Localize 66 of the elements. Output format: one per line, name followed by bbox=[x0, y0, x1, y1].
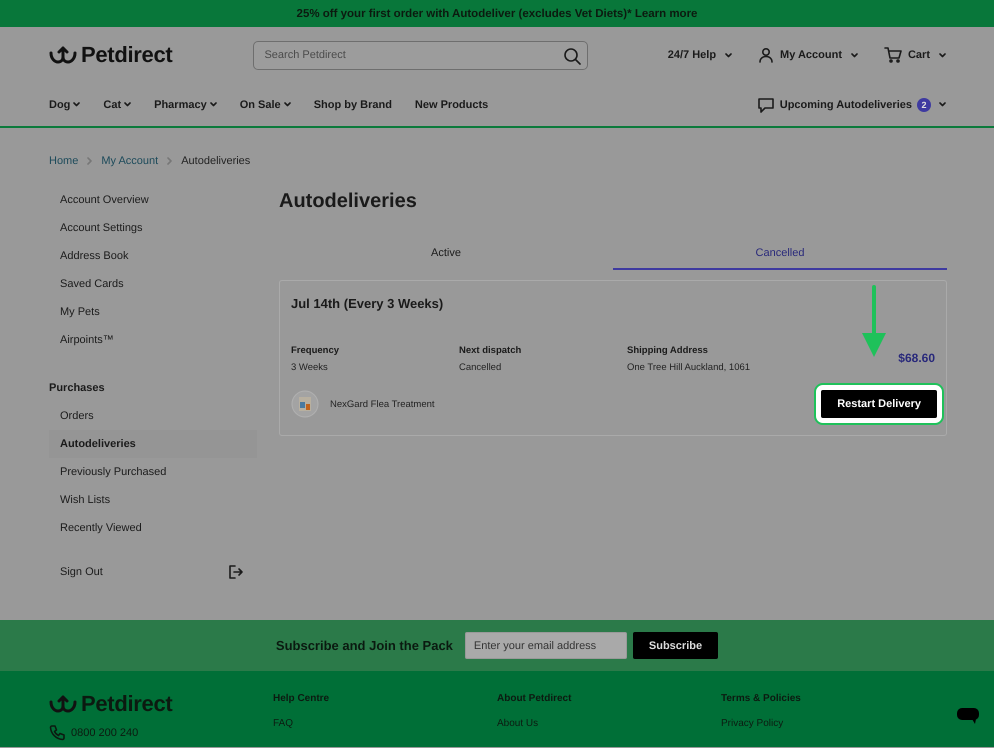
sidebar-item[interactable]: Account Settings bbox=[49, 214, 257, 242]
subscribe-button[interactable]: Subscribe bbox=[632, 632, 718, 659]
field-label: Next dispatch bbox=[459, 345, 522, 356]
breadcrumb-current: Autodeliveries bbox=[181, 155, 250, 167]
sidebar-item[interactable]: Address Book bbox=[49, 242, 257, 270]
learn-more-link[interactable]: Learn more bbox=[634, 8, 698, 20]
sidebar-item[interactable]: Account Overview bbox=[49, 186, 257, 214]
sidebar-item[interactable]: Autodeliveries bbox=[49, 430, 257, 458]
chat-button[interactable] bbox=[956, 707, 980, 725]
header-link[interactable]: My Account bbox=[758, 47, 858, 63]
sign-out-label: Sign Out bbox=[60, 566, 103, 578]
subscribe-heading: Subscribe and Join the Pack bbox=[276, 638, 453, 653]
chat-bubble-icon bbox=[756, 96, 775, 114]
tab[interactable]: Cancelled bbox=[613, 238, 947, 270]
chevron-icon bbox=[167, 157, 172, 165]
cart-icon bbox=[884, 47, 902, 63]
header-link[interactable]: 24/7 Help bbox=[668, 49, 732, 61]
field-label: Frequency bbox=[291, 345, 340, 356]
tab[interactable]: Active bbox=[279, 238, 613, 270]
restart-delivery-button[interactable]: Restart Delivery bbox=[821, 390, 937, 418]
search-icon bbox=[563, 46, 582, 64]
promo-text: 25% off your first order with Autodeliver (excludes Vet Diets)* Learn more bbox=[296, 8, 698, 20]
sidebar-item[interactable]: Airpoints™ bbox=[49, 326, 257, 354]
footer-heading: About Petdirect bbox=[497, 693, 572, 704]
nav-link[interactable]: Pharmacy bbox=[154, 98, 217, 110]
breadcrumb-link[interactable]: Home bbox=[49, 155, 78, 167]
arrow-icon bbox=[860, 285, 888, 359]
caret-icon bbox=[725, 52, 732, 58]
chat-icon bbox=[956, 707, 980, 725]
sidebar-item[interactable]: Previously Purchased bbox=[49, 458, 257, 486]
nav-link[interactable]: On Sale bbox=[240, 98, 291, 110]
caret-icon bbox=[939, 102, 946, 107]
delivery-title: Jul 14th (Every 3 Weeks) bbox=[291, 296, 444, 311]
count-badge: 2 bbox=[917, 98, 931, 112]
chevron-icon bbox=[87, 157, 92, 165]
sidebar-item[interactable]: My Pets bbox=[49, 298, 257, 326]
sign-out-icon bbox=[228, 564, 244, 580]
field-value: Cancelled bbox=[459, 362, 502, 373]
footer-heading: Help Centre bbox=[273, 693, 330, 704]
section-heading: Purchases bbox=[49, 381, 106, 396]
field-label: Shipping Address bbox=[627, 345, 709, 356]
person-icon bbox=[758, 47, 774, 63]
product-thumbnail-icon bbox=[291, 390, 319, 418]
page-title: Autodeliveries bbox=[279, 190, 418, 214]
logo-text[interactable]: Petdirect bbox=[81, 42, 172, 68]
nav-link[interactable]: Cat bbox=[103, 98, 132, 110]
field-value: 3 Weeks bbox=[291, 362, 329, 373]
nav-link[interactable]: Dog bbox=[49, 98, 80, 110]
breadcrumb-link[interactable]: My Account bbox=[101, 155, 158, 167]
email-field[interactable]: Enter your email address bbox=[464, 632, 627, 659]
caret-icon bbox=[939, 52, 946, 58]
header-link[interactable]: Cart bbox=[884, 47, 946, 63]
product-name: NexGard Flea Treatment bbox=[330, 398, 435, 410]
price: $68.60 bbox=[898, 351, 935, 365]
sidebar-item[interactable]: Orders bbox=[49, 402, 257, 430]
autodeliveries-link[interactable]: Upcoming Autodeliveries 2 bbox=[756, 96, 946, 114]
footer-heading: Terms & Policies bbox=[721, 693, 802, 704]
phone-icon bbox=[49, 725, 65, 741]
sidebar-item[interactable]: Recently Viewed bbox=[49, 514, 257, 542]
nav-link[interactable]: New Products bbox=[414, 98, 488, 110]
caret-icon bbox=[850, 52, 858, 58]
nav-link[interactable]: Shop by Brand bbox=[314, 98, 392, 110]
search-field[interactable]: Search Petdirect bbox=[253, 40, 588, 70]
sidebar-item[interactable]: Saved Cards bbox=[49, 270, 257, 298]
field-value: One Tree Hill Auckland, 1061 bbox=[627, 362, 750, 373]
sidebar-item[interactable]: Wish Lists bbox=[49, 486, 257, 514]
